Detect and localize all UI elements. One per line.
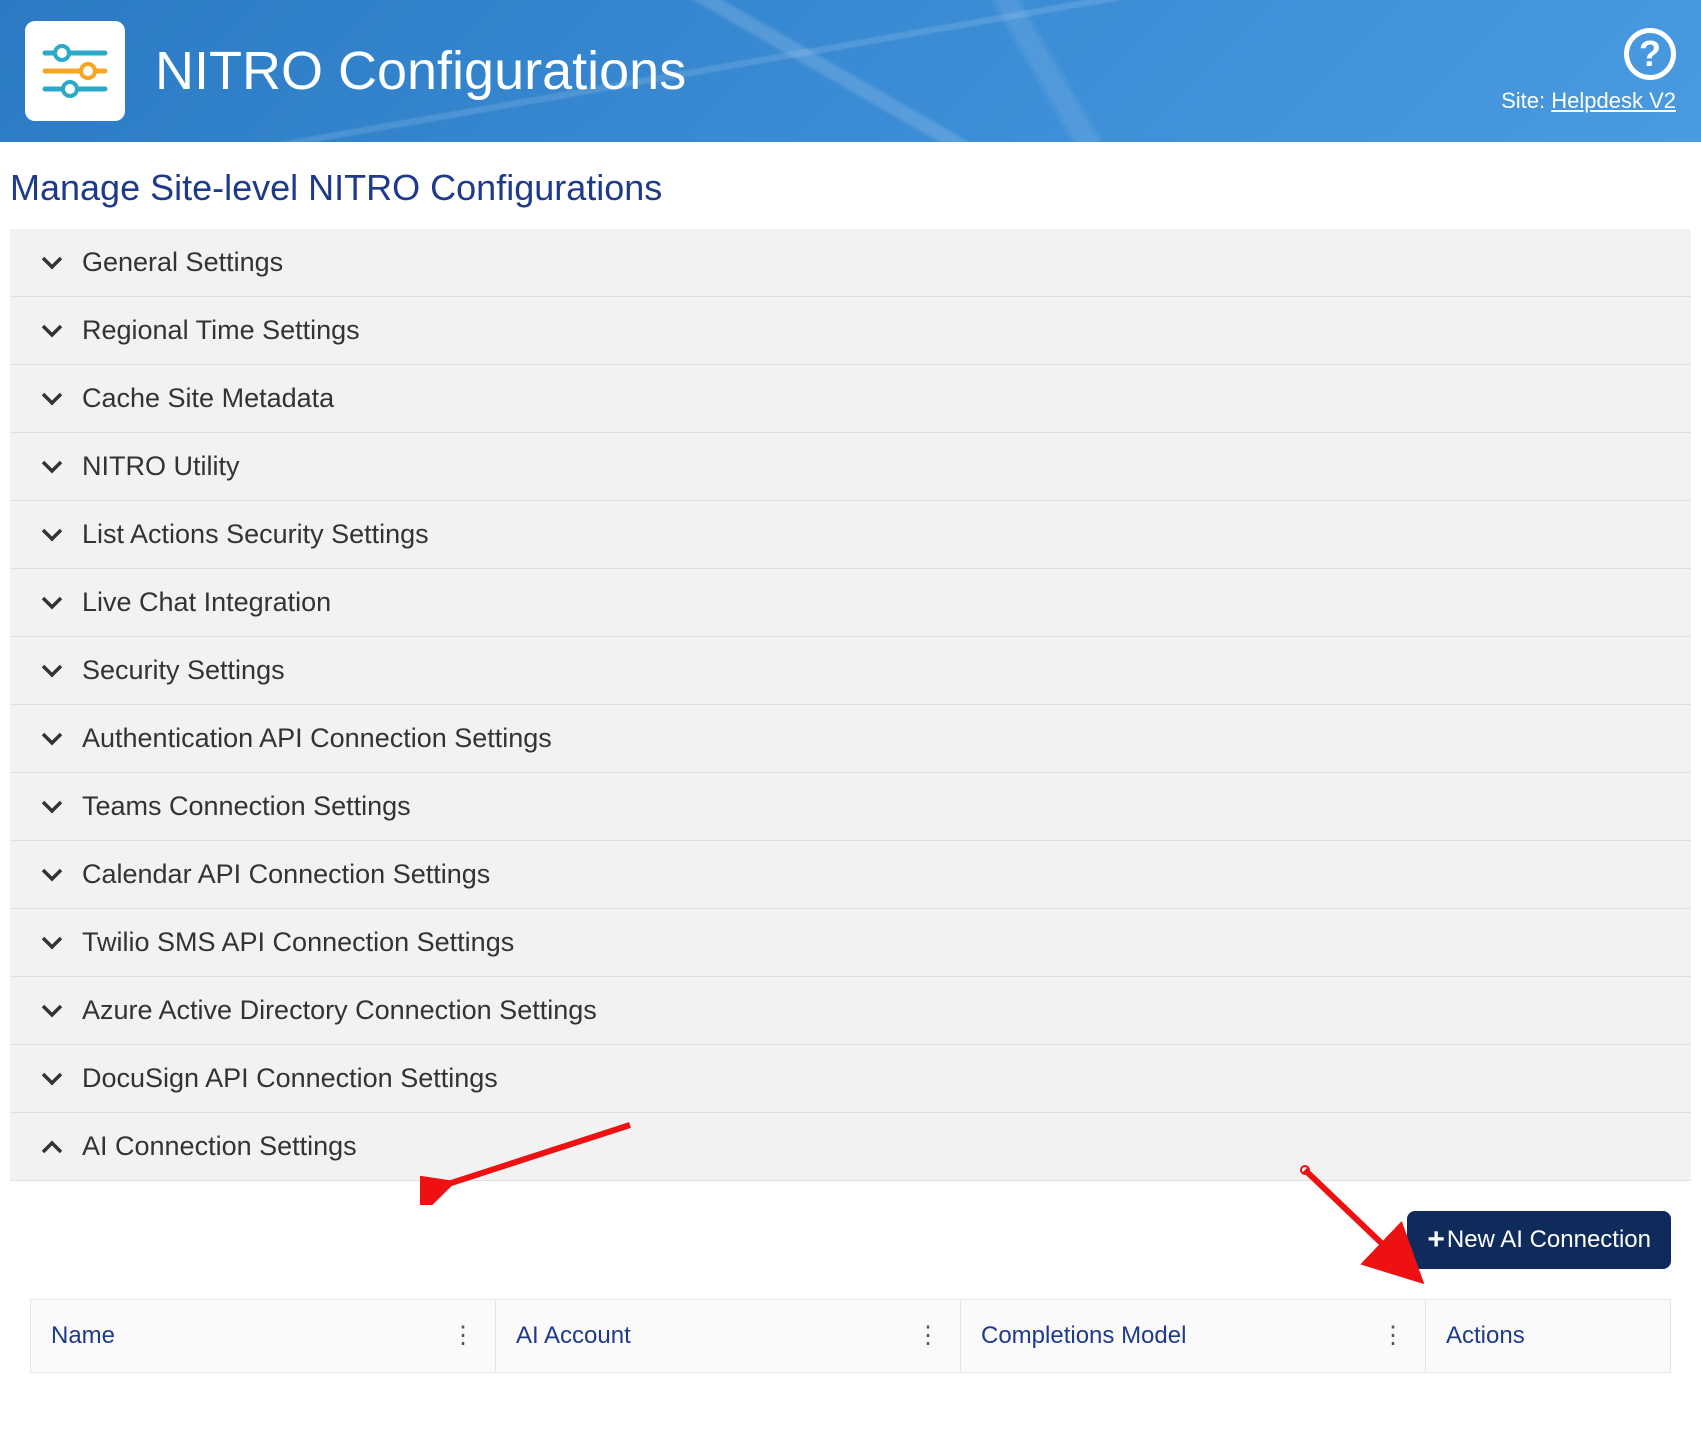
accordion-item-docusign[interactable]: DocuSign API Connection Settings [10, 1045, 1691, 1113]
chevron-down-icon [40, 1072, 64, 1086]
chevron-down-icon [40, 800, 64, 814]
accordion-item-ai-connection[interactable]: AI Connection Settings [10, 1113, 1691, 1181]
ai-connection-panel: + New AI Connection [0, 1181, 1701, 1279]
accordion-label: NITRO Utility [82, 451, 240, 482]
chevron-down-icon [40, 936, 64, 950]
site-indicator: Site: Helpdesk V2 [1501, 88, 1676, 114]
column-header-actions[interactable]: Actions [1426, 1300, 1670, 1372]
app-header: NITRO Configurations ? Site: Helpdesk V2 [0, 0, 1701, 142]
accordion-item-regional-time[interactable]: Regional Time Settings [10, 297, 1691, 365]
chevron-down-icon [40, 528, 64, 542]
accordion-label: Twilio SMS API Connection Settings [82, 927, 514, 958]
accordion-item-azure-ad[interactable]: Azure Active Directory Connection Settin… [10, 977, 1691, 1045]
ai-connections-table: Name ⋮ AI Account ⋮ Completions Model ⋮ … [30, 1299, 1671, 1373]
accordion-label: Azure Active Directory Connection Settin… [82, 995, 597, 1026]
settings-accordion: General Settings Regional Time Settings … [10, 229, 1691, 1181]
accordion-label: AI Connection Settings [82, 1131, 357, 1162]
column-header-name[interactable]: Name ⋮ [31, 1300, 496, 1372]
app-logo [25, 21, 125, 121]
new-button-label: New AI Connection [1447, 1226, 1651, 1254]
column-header-completions-model[interactable]: Completions Model ⋮ [961, 1300, 1426, 1372]
accordion-item-nitro-utility[interactable]: NITRO Utility [10, 433, 1691, 501]
accordion-label: Calendar API Connection Settings [82, 859, 490, 890]
chevron-down-icon [40, 460, 64, 474]
accordion-item-security[interactable]: Security Settings [10, 637, 1691, 705]
accordion-label: Cache Site Metadata [82, 383, 334, 414]
accordion-label: Live Chat Integration [82, 587, 331, 618]
chevron-down-icon [40, 868, 64, 882]
accordion-label: General Settings [82, 247, 283, 278]
accordion-item-general[interactable]: General Settings [10, 229, 1691, 297]
accordion-item-twilio-sms[interactable]: Twilio SMS API Connection Settings [10, 909, 1691, 977]
chevron-down-icon [40, 732, 64, 746]
accordion-label: Teams Connection Settings [82, 791, 411, 822]
plus-icon: + [1427, 1225, 1445, 1255]
column-menu-icon[interactable]: ⋮ [1381, 1324, 1405, 1348]
chevron-up-icon [40, 1140, 64, 1154]
accordion-item-list-actions-security[interactable]: List Actions Security Settings [10, 501, 1691, 569]
accordion-item-cache-metadata[interactable]: Cache Site Metadata [10, 365, 1691, 433]
accordion-label: DocuSign API Connection Settings [82, 1063, 498, 1094]
accordion-item-live-chat[interactable]: Live Chat Integration [10, 569, 1691, 637]
chevron-down-icon [40, 256, 64, 270]
chevron-down-icon [40, 1004, 64, 1018]
chevron-down-icon [40, 596, 64, 610]
page-title: Manage Site-level NITRO Configurations [0, 142, 1701, 229]
column-menu-icon[interactable]: ⋮ [916, 1324, 940, 1348]
chevron-down-icon [40, 324, 64, 338]
column-menu-icon[interactable]: ⋮ [451, 1324, 475, 1348]
chevron-down-icon [40, 392, 64, 406]
chevron-down-icon [40, 664, 64, 678]
accordion-item-auth-api[interactable]: Authentication API Connection Settings [10, 705, 1691, 773]
new-ai-connection-button[interactable]: + New AI Connection [1407, 1211, 1671, 1269]
accordion-label: Regional Time Settings [82, 315, 360, 346]
accordion-label: Security Settings [82, 655, 285, 686]
column-header-ai-account[interactable]: AI Account ⋮ [496, 1300, 961, 1372]
accordion-item-teams[interactable]: Teams Connection Settings [10, 773, 1691, 841]
accordion-label: Authentication API Connection Settings [82, 723, 552, 754]
header-title: NITRO Configurations [155, 40, 686, 102]
site-link[interactable]: Helpdesk V2 [1551, 88, 1676, 113]
accordion-label: List Actions Security Settings [82, 519, 429, 550]
accordion-item-calendar-api[interactable]: Calendar API Connection Settings [10, 841, 1691, 909]
help-icon[interactable]: ? [1624, 28, 1676, 80]
